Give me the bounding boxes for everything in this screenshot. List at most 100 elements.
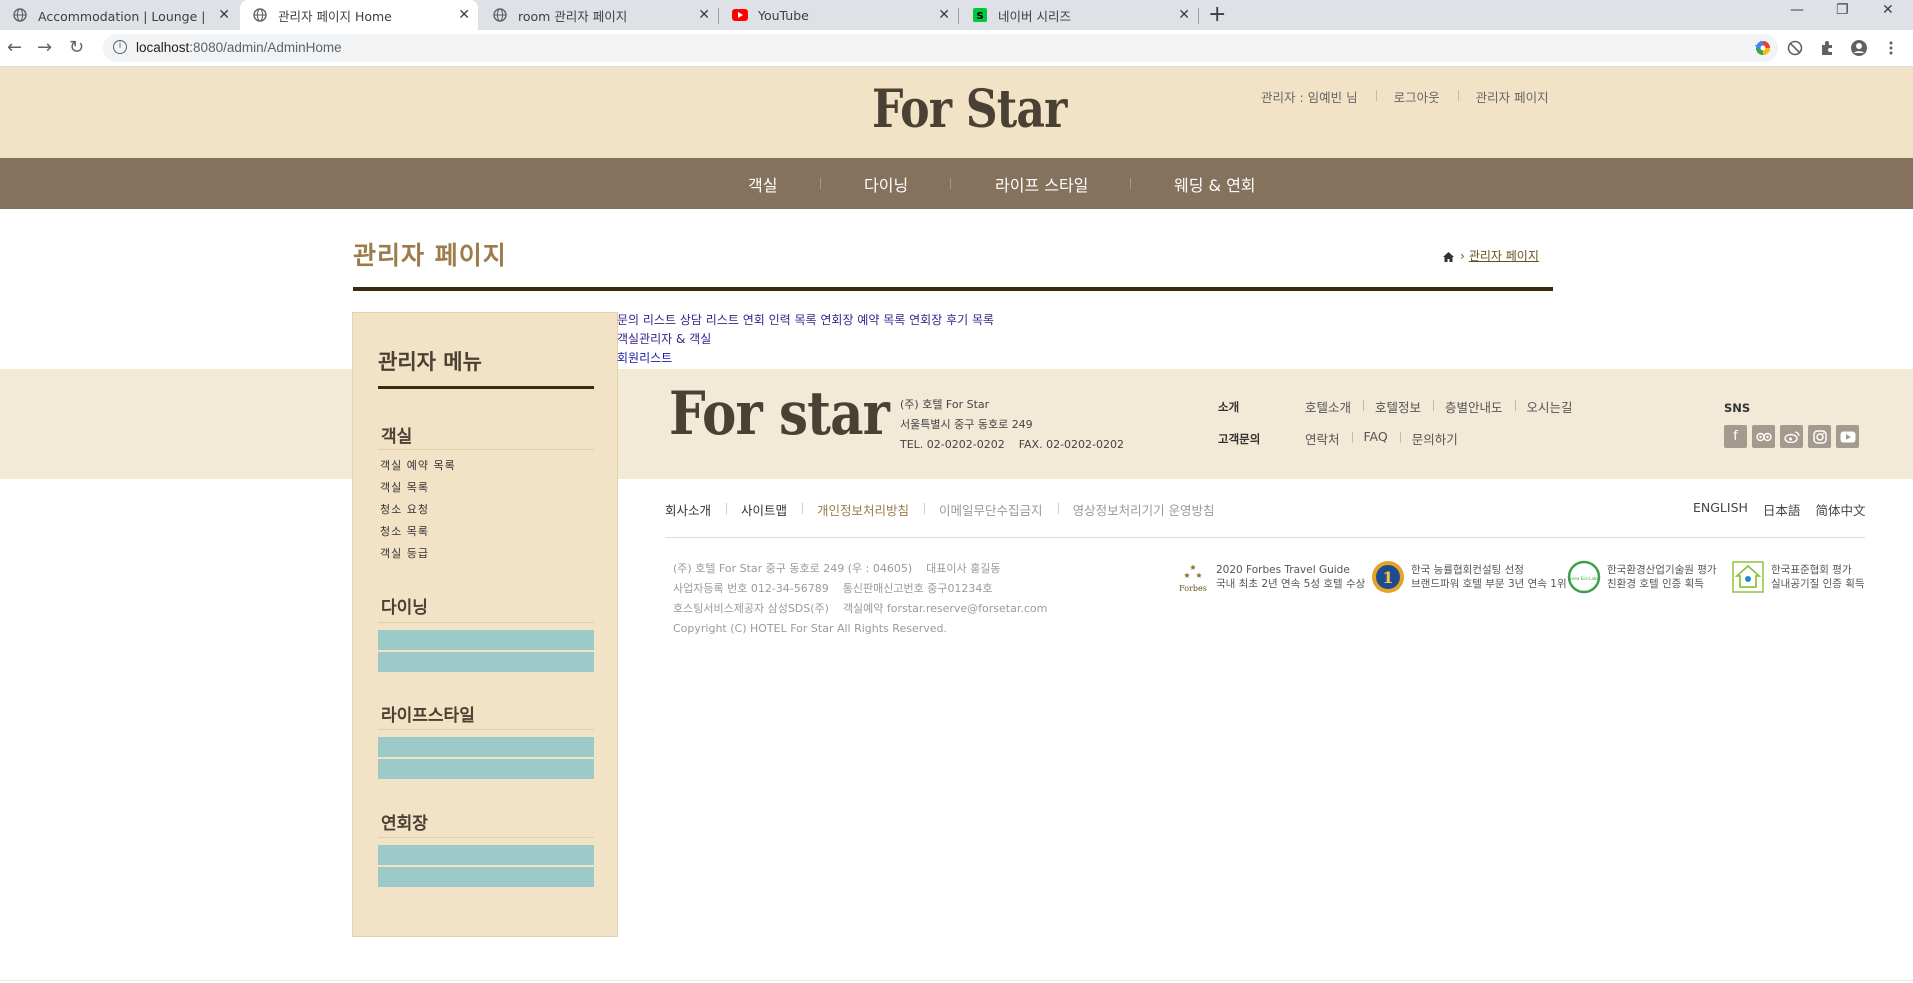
- company-phone: TEL. 02-0202-0202 FAX. 02-0202-0202: [900, 438, 1124, 451]
- home-icon[interactable]: [1443, 251, 1454, 262]
- link-banquet-reservation-list[interactable]: 연회장 예약 목록: [820, 313, 905, 327]
- site-info-icon[interactable]: i: [113, 40, 127, 54]
- page-title: 관리자 페이지: [353, 241, 507, 270]
- link-inquiry-list[interactable]: 문의 리스트: [617, 313, 676, 327]
- sidebar-item-cleaning-list[interactable]: 청소 목록: [380, 523, 429, 539]
- browser-tab-1[interactable]: Accommodation | Lounge | 서울 ✕: [0, 0, 238, 30]
- sidebar-title-divider: [378, 386, 594, 389]
- footer-link-hotel-info[interactable]: 호텔정보: [1363, 397, 1433, 416]
- admin-content-links: 문의 리스트 상담 리스트 연회 인력 목록 연회장 예약 목록 연회장 후기 …: [617, 311, 994, 368]
- sidebar-item-placeholder[interactable]: [378, 652, 594, 672]
- logout-link[interactable]: 로그아웃: [1375, 87, 1458, 106]
- footer-link-sitemap[interactable]: 사이트맵: [726, 500, 802, 519]
- sidebar-item-room-reservations[interactable]: 객실 예약 목록: [380, 457, 456, 473]
- footer-menu-label: 고객문의: [1218, 432, 1261, 446]
- sidebar-section-lifestyle[interactable]: 라이프스타일: [381, 701, 475, 726]
- sidebar-item-room-grade[interactable]: 객실 등급: [380, 545, 429, 561]
- section-divider: [378, 449, 594, 450]
- browser-tab-5[interactable]: S 네이버 시리즈 ✕: [960, 0, 1198, 30]
- browser-menu-icon[interactable]: [1883, 40, 1899, 56]
- lang-japanese[interactable]: 日本語: [1763, 500, 1801, 519]
- sidebar-section-dining[interactable]: 다이닝: [381, 593, 428, 618]
- sidebar-title: 관리자 메뉴: [378, 350, 482, 374]
- tab-title: room 관리자 페이지: [518, 8, 628, 24]
- tab-divider: [1198, 8, 1199, 24]
- close-tab-icon[interactable]: ✕: [938, 7, 950, 23]
- footer-link-company[interactable]: 회사소개: [665, 500, 726, 519]
- footer-link-privacy[interactable]: 개인정보처리방침: [802, 500, 924, 519]
- footer-menu-support: 고객문의 연락처 FAQ 문의하기: [1218, 429, 1585, 461]
- browser-tab-3[interactable]: room 관리자 페이지 ✕: [480, 0, 718, 30]
- footer-divider: [665, 537, 1865, 538]
- sidebar-item-placeholder[interactable]: [378, 845, 594, 865]
- footer-link-hotel-intro[interactable]: 호텔소개: [1293, 397, 1363, 416]
- sidebar-item-room-list[interactable]: 객실 목록: [380, 479, 429, 495]
- footer-link-directions[interactable]: 오시는길: [1514, 397, 1585, 416]
- kmac-number-one-icon: 1: [1371, 560, 1405, 594]
- browser-tab-2[interactable]: 관리자 페이지 Home ✕: [240, 0, 478, 30]
- air-quality-house-icon: [1731, 560, 1765, 594]
- new-tab-icon[interactable]: +: [1208, 3, 1226, 27]
- nav-lifestyle[interactable]: 라이프 스타일: [995, 172, 1088, 196]
- close-tab-icon[interactable]: ✕: [698, 7, 710, 23]
- close-tab-icon[interactable]: ✕: [1178, 7, 1190, 23]
- nav-rooms[interactable]: 객실: [748, 172, 777, 196]
- svg-text:S: S: [976, 11, 983, 22]
- youtube-icon[interactable]: [1836, 425, 1859, 448]
- color-extension-icon[interactable]: [1755, 40, 1771, 56]
- nav-wedding[interactable]: 웨딩 & 연회: [1174, 172, 1256, 196]
- forward-icon[interactable]: →: [37, 38, 52, 58]
- tripadvisor-icon[interactable]: [1752, 425, 1775, 448]
- block-extension-icon[interactable]: [1787, 40, 1803, 56]
- facebook-icon[interactable]: f: [1724, 425, 1747, 448]
- footer-link-cctv-policy[interactable]: 영상정보처리기기 운영방침: [1057, 500, 1230, 519]
- reload-icon[interactable]: ↻: [69, 38, 84, 58]
- site-logo[interactable]: For Star: [872, 79, 1067, 140]
- tab-title: Accommodation | Lounge | 서울: [38, 8, 208, 24]
- footer-link-inquiry[interactable]: 문의하기: [1399, 429, 1470, 448]
- footer-link-floor-guide[interactable]: 층별안내도: [1433, 397, 1515, 416]
- browser-tab-4[interactable]: YouTube ✕: [720, 0, 958, 30]
- link-member-list[interactable]: 회원리스트: [617, 351, 672, 365]
- sidebar-item-cleaning-request[interactable]: 청소 요청: [380, 501, 429, 517]
- footer-menu-label: 소개: [1218, 400, 1240, 414]
- breadcrumb-current[interactable]: 관리자 페이지: [1469, 247, 1539, 264]
- restore-icon[interactable]: ❐: [1836, 2, 1849, 18]
- link-banquet-staff-list[interactable]: 연회 인력 목록: [743, 313, 817, 327]
- address-line: 사업자등록 번호 012-34-56789 통신판매신고번호 중구01234호: [673, 582, 993, 595]
- sidebar-section-rooms[interactable]: 객실: [381, 422, 412, 447]
- lang-english[interactable]: ENGLISH: [1693, 500, 1748, 519]
- close-window-icon[interactable]: ✕: [1882, 2, 1894, 18]
- profile-avatar-icon[interactable]: [1851, 40, 1867, 56]
- sidebar-item-placeholder[interactable]: [378, 630, 594, 650]
- link-consult-list[interactable]: 상담 리스트: [680, 313, 739, 327]
- link-room-admin[interactable]: 객실관리자 & 객실: [617, 332, 711, 346]
- close-tab-icon[interactable]: ✕: [218, 7, 230, 23]
- naver-series-icon: S: [972, 7, 988, 23]
- weibo-icon[interactable]: [1780, 425, 1803, 448]
- admin-page-link[interactable]: 관리자 페이지: [1457, 87, 1567, 106]
- instagram-icon[interactable]: [1808, 425, 1831, 448]
- address-bar[interactable]: i localhost:8080/admin/AdminHome ☆: [103, 34, 1778, 62]
- lang-chinese[interactable]: 简体中文: [1815, 500, 1865, 519]
- sidebar-section-banquet[interactable]: 연회장: [381, 809, 428, 834]
- tab-divider: [718, 8, 719, 24]
- url-text[interactable]: localhost:8080/admin/AdminHome: [136, 40, 342, 55]
- sidebar-item-placeholder[interactable]: [378, 867, 594, 887]
- minimize-icon[interactable]: —: [1790, 2, 1804, 18]
- nav-dining[interactable]: 다이닝: [864, 172, 908, 196]
- sidebar-item-placeholder[interactable]: [378, 759, 594, 779]
- footer-link-faq[interactable]: FAQ: [1351, 429, 1400, 444]
- cert-line2: 실내공기질 인증 획득: [1771, 578, 1865, 590]
- close-tab-icon[interactable]: ✕: [458, 7, 470, 23]
- sidebar-item-placeholder[interactable]: [378, 737, 594, 757]
- footer-policy-links: 회사소개 사이트맵 개인정보처리방침 이메일무단수집금지 영상정보처리기기 운영…: [665, 500, 1230, 519]
- footer-link-no-email[interactable]: 이메일무단수집금지: [924, 500, 1058, 519]
- link-banquet-review-list[interactable]: 연회장 후기 목록: [909, 313, 994, 327]
- cert-line2: 친환경 호텔 인증 획득: [1607, 578, 1704, 590]
- main-navigation: 객실 다이닝 라이프 스타일 웨딩 & 연회: [0, 158, 1913, 209]
- back-icon[interactable]: ←: [7, 38, 22, 58]
- footer-link-contact[interactable]: 연락처: [1293, 429, 1352, 448]
- eco-label-icon: Korea Eco-Label: [1567, 560, 1601, 594]
- extensions-puzzle-icon[interactable]: [1819, 40, 1835, 56]
